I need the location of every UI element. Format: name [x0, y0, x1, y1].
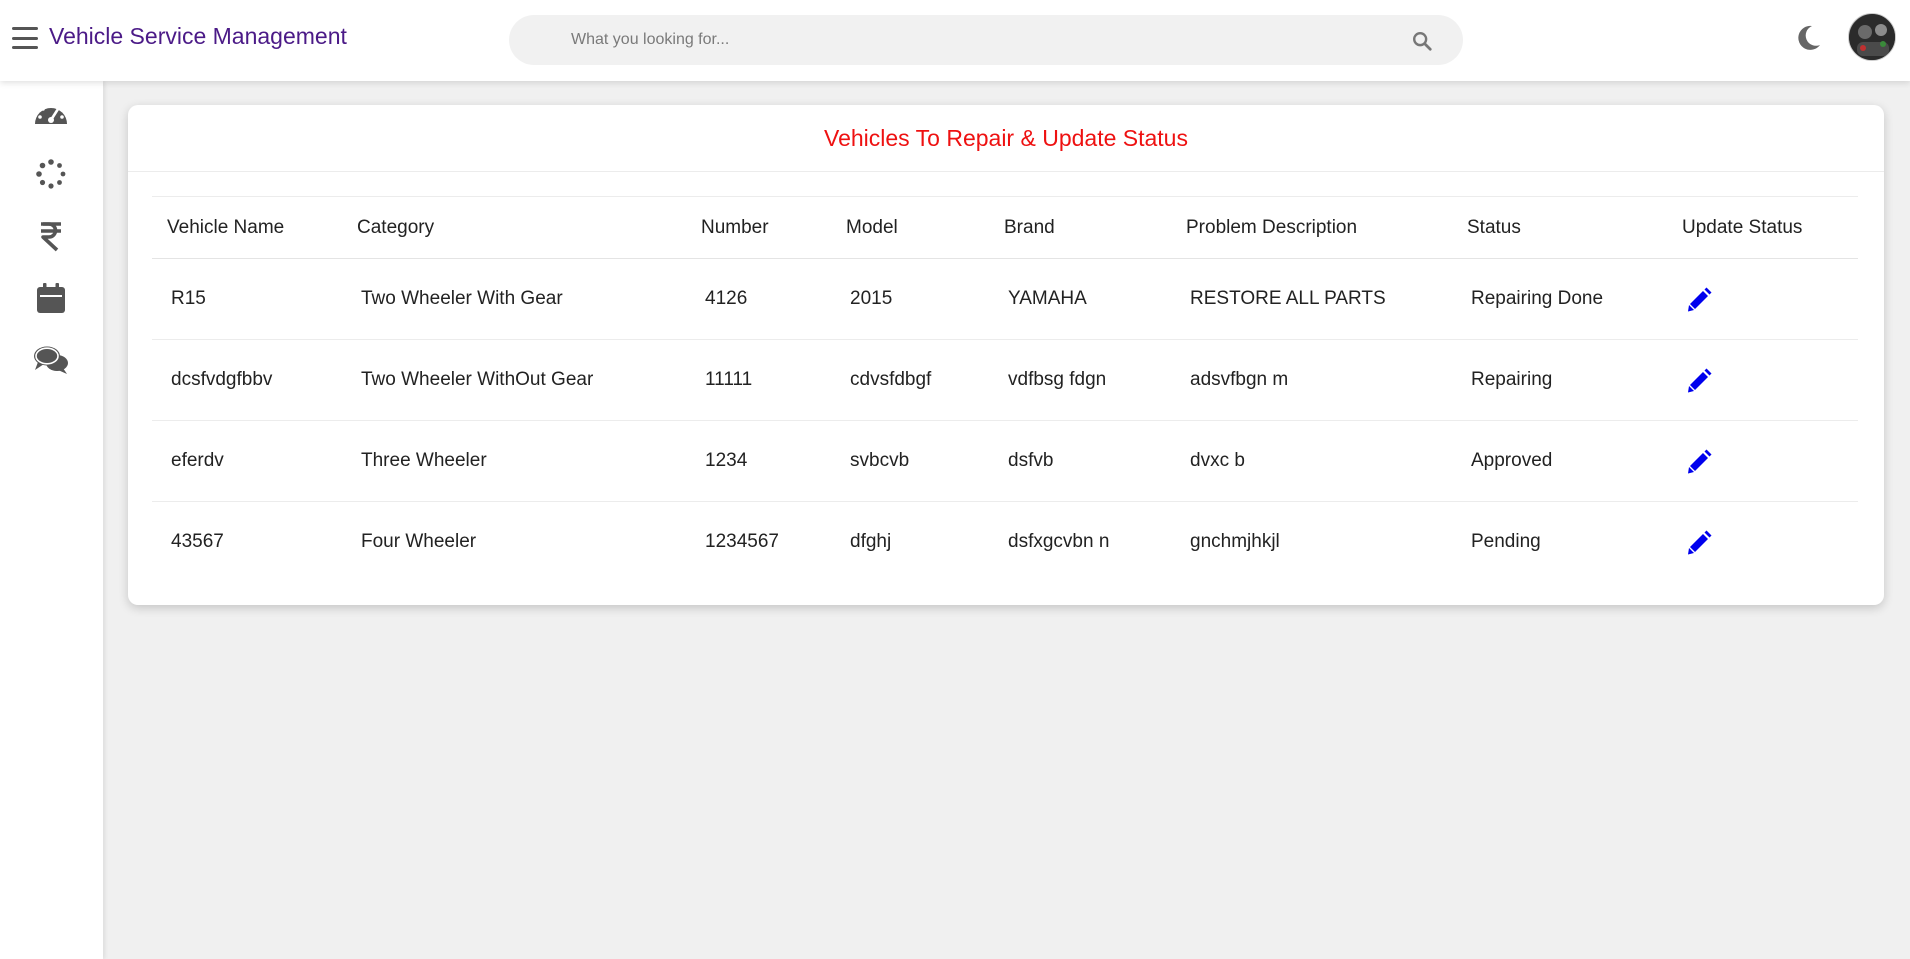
edit-pencil-icon[interactable] [1686, 367, 1712, 393]
cell-model: dfghj [850, 531, 892, 553]
column-header-update-status: Update Status [1667, 196, 1858, 259]
table-header-row: Vehicle Name Category Number Model Brand… [152, 196, 1858, 259]
cell-update-status [1667, 339, 1858, 421]
spinner-icon [36, 159, 66, 189]
cell-number: 11111 [686, 339, 831, 421]
search-icon[interactable] [1411, 30, 1433, 52]
table-row: eferdv Three Wheeler 1234 svbcvb dsfvb d… [152, 420, 1858, 502]
sidebar [0, 81, 103, 959]
cell-model: 2015 [831, 258, 989, 340]
card-title: Vehicles To Repair & Update Status [824, 124, 1188, 151]
cell-status: Pending [1471, 531, 1541, 553]
vehicles-repair-card: Vehicles To Repair & Update Status Vehic… [128, 105, 1884, 605]
edit-pencil-icon[interactable] [1686, 529, 1712, 555]
sidebar-item-calendar[interactable] [33, 280, 69, 316]
cell-category: Three Wheeler [342, 420, 686, 502]
calendar-icon [37, 283, 65, 313]
search-input[interactable] [509, 15, 1463, 65]
cell-number: 1234567 [705, 531, 779, 553]
top-bar: Vehicle Service Management [0, 0, 1910, 81]
cell-problem-description: adsvfbgn m [1171, 339, 1452, 421]
cell-category: Two Wheeler With Gear [342, 258, 686, 340]
table-row: dcsfvdgfbbv Two Wheeler WithOut Gear 111… [152, 339, 1858, 421]
cell-vehicle-name: eferdv [152, 420, 342, 502]
card-header: Vehicles To Repair & Update Status [128, 105, 1884, 172]
column-header-vehicle-name: Vehicle Name [152, 196, 342, 259]
avatar-image [1849, 14, 1895, 60]
cell-status: Approved [1452, 420, 1667, 502]
cell-problem-description: gnchmjhkjl [1190, 531, 1280, 553]
cell-update-status [1667, 502, 1858, 583]
cell-update-status [1667, 258, 1858, 340]
cell-status: Repairing Done [1452, 258, 1667, 340]
cell-number: 1234 [686, 420, 831, 502]
edit-pencil-icon[interactable] [1686, 286, 1712, 312]
cell-brand: dsfxgcvbn n [1008, 531, 1110, 553]
cell-brand: vdfbsg fdgn [989, 339, 1171, 421]
rupee-icon [41, 222, 61, 252]
sidebar-item-payments[interactable] [33, 218, 69, 254]
cell-vehicle-name: 43567 [171, 531, 224, 553]
column-header-model: Model [831, 196, 989, 259]
sidebar-item-dashboard[interactable] [33, 95, 69, 131]
column-header-brand: Brand [989, 196, 1171, 259]
cell-category: Four Wheeler [361, 531, 477, 553]
cell-model: svbcvb [831, 420, 989, 502]
sidebar-item-in-progress[interactable] [33, 156, 69, 192]
cell-problem-description: dvxc b [1171, 420, 1452, 502]
cell-brand: YAMAHA [989, 258, 1171, 340]
dashboard-gauge-icon [35, 103, 67, 124]
search-bar [509, 15, 1463, 65]
cell-vehicle-name: R15 [152, 258, 342, 340]
edit-pencil-icon[interactable] [1686, 448, 1712, 474]
cell-update-status [1667, 420, 1858, 502]
cell-vehicle-name: dcsfvdgfbbv [152, 339, 342, 421]
cell-problem-description: RESTORE ALL PARTS [1171, 258, 1452, 340]
cell-category: Two Wheeler WithOut Gear [342, 339, 686, 421]
table-row: R15 Two Wheeler With Gear 4126 2015 YAMA… [152, 258, 1858, 340]
vehicles-table: Vehicle Name Category Number Model Brand… [152, 196, 1858, 583]
column-header-status: Status [1452, 196, 1667, 259]
cell-status: Repairing [1452, 339, 1667, 421]
cell-brand: dsfvb [989, 420, 1171, 502]
cell-number: 4126 [686, 258, 831, 340]
table-row: 43567 Four Wheeler 1234567 dfghj dsfxgcv… [152, 502, 1858, 583]
moon-dark-mode-icon[interactable] [1793, 23, 1823, 53]
column-header-number: Number [686, 196, 831, 259]
app-title[interactable]: Vehicle Service Management [49, 23, 347, 50]
column-header-problem-description: Problem Description [1171, 196, 1452, 259]
column-header-category: Category [342, 196, 686, 259]
user-avatar[interactable] [1848, 13, 1896, 61]
sidebar-item-messages[interactable] [33, 342, 69, 378]
hamburger-menu-icon[interactable] [12, 27, 38, 49]
cell-model: cdvsfdbgf [831, 339, 989, 421]
chat-icon [34, 346, 68, 374]
